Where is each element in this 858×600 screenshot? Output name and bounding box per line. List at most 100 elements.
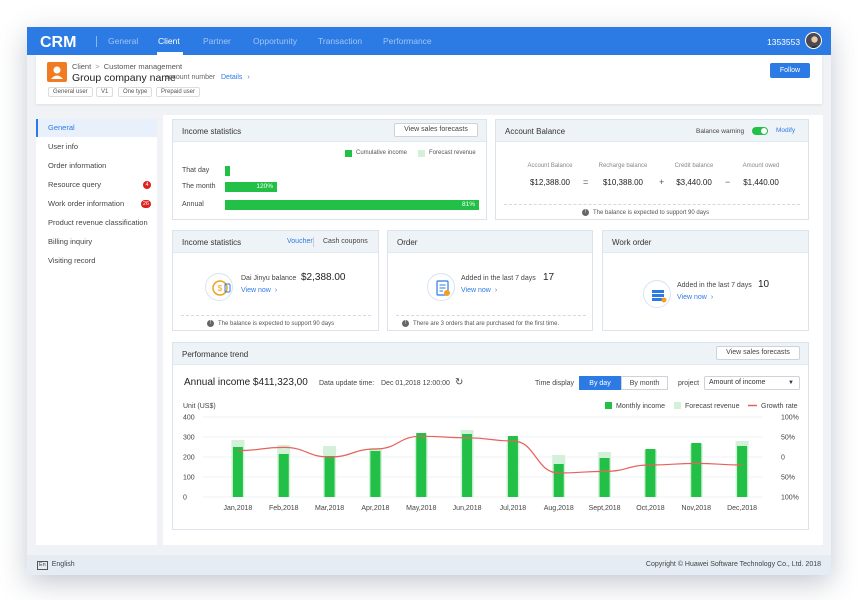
sidebar: General User info Order information Reso… — [36, 119, 157, 545]
refresh-icon[interactable]: ↻ — [455, 377, 463, 388]
legend-label: Monthly income — [616, 403, 665, 410]
nav-item-transaction[interactable]: Transaction — [318, 36, 362, 46]
card-title: Order — [397, 238, 418, 247]
x-tick-label: Aug,2018 — [544, 505, 574, 512]
resource-query-badge: 4 — [143, 181, 151, 189]
sidebar-item-resource-query[interactable]: Resource query 4 — [36, 176, 157, 194]
details-link[interactable]: Details › — [221, 74, 250, 81]
info-icon: ! — [402, 320, 409, 327]
tag-prepaid-user: Prepaid user — [156, 87, 201, 97]
y-tick-label: 300 — [183, 435, 195, 442]
sidebar-item-billing-inquiry[interactable]: Billing inquiry — [36, 233, 157, 251]
divider — [504, 204, 800, 205]
tag-one-type: One type — [118, 87, 153, 97]
project-label: project — [678, 380, 700, 387]
legend-swatch — [605, 402, 612, 409]
nav-item-opportunity[interactable]: Opportunity — [253, 36, 297, 46]
sidebar-item-product-revenue-classification[interactable]: Product revenue classification — [36, 214, 157, 232]
tab-voucher[interactable]: Voucher — [287, 238, 313, 245]
row-label-that-day: That day — [182, 167, 210, 174]
balance-note-text: The balance is expected to support 90 da… — [593, 210, 710, 217]
card-header: Income statistics View sales forecasts — [173, 120, 486, 142]
user-avatar[interactable] — [805, 32, 822, 49]
voucher-note: ! The balance is expected to support 90 d… — [207, 320, 334, 327]
performance-chart: Unit (US$) 400 100% 300 50% 200 0 100 50% 0 100% Mo… — [183, 402, 799, 512]
x-tick-label: Mar,2018 — [315, 505, 344, 512]
nav-item-partner[interactable]: Partner — [203, 36, 231, 46]
x-tick-label: Apr,2018 — [361, 505, 389, 512]
sidebar-item-visiting-record[interactable]: Visiting record — [36, 252, 157, 270]
clipboard-icon — [427, 273, 455, 301]
recharge-balance-label: Recharge balance — [598, 163, 648, 169]
sidebar-item-user-info[interactable]: User info — [36, 138, 157, 156]
language-selector[interactable]: En English — [37, 561, 75, 570]
by-day-button[interactable]: By day — [579, 376, 621, 390]
sidebar-item-label: Billing inquiry — [48, 237, 93, 246]
view-now-link[interactable]: View now › — [677, 294, 713, 301]
sidebar-item-label: Visiting record — [48, 256, 96, 265]
bar-the-month: 120% — [225, 182, 277, 192]
legend-cumulative-swatch — [345, 150, 352, 157]
group-company-name: Group company name — [72, 72, 176, 84]
data-update-label: Data update time: — [319, 380, 375, 387]
y2-tick-label: 50% — [781, 435, 795, 442]
time-display-label: Time display — [535, 380, 575, 387]
card-title: Work order — [612, 238, 652, 247]
view-sales-forecasts-button[interactable]: View sales forecasts — [394, 123, 478, 137]
bar-that-day — [225, 166, 230, 176]
view-now-link[interactable]: View now › — [461, 287, 497, 294]
y-tick-label: 100 — [183, 475, 195, 482]
y2-tick-label: 50% — [781, 475, 795, 482]
x-tick-label: Oct,2018 — [636, 505, 665, 512]
work-order-added-label: Added in the last 7 days — [677, 282, 752, 289]
monthly-bar — [507, 436, 518, 497]
y-tick-label: 0 — [183, 495, 187, 502]
by-month-button[interactable]: By month — [621, 376, 668, 390]
breadcrumb: Client > Customer management — [72, 62, 182, 71]
chevron-right-icon: › — [247, 74, 250, 81]
project-select-value: Amount of income — [709, 379, 766, 386]
monthly-bar — [232, 447, 243, 497]
follow-button[interactable]: Follow — [770, 63, 810, 78]
view-now-label: View now — [461, 287, 491, 294]
nav-item-general[interactable]: General — [108, 36, 138, 46]
sidebar-item-order-information[interactable]: Order information — [36, 157, 157, 175]
sidebar-item-work-order-information[interactable]: Work order information 26 — [36, 195, 157, 213]
performance-trend-card: Performance trend View sales forecasts A… — [172, 342, 809, 530]
breadcrumb-separator: > — [95, 62, 100, 71]
view-now-label: View now — [677, 294, 707, 301]
breadcrumb-current: Customer management — [103, 62, 183, 71]
monthly-bar — [462, 434, 473, 497]
order-count: 17 — [543, 272, 555, 283]
tab-cash-coupons[interactable]: Cash coupons — [323, 238, 368, 245]
nav-item-performance[interactable]: Performance — [383, 36, 432, 46]
client-avatar-icon — [47, 62, 67, 82]
sidebar-item-general[interactable]: General — [36, 119, 157, 137]
legend-forecast-swatch — [418, 150, 425, 157]
crm-logo[interactable]: CRM — [40, 32, 84, 50]
chevron-right-icon: › — [274, 287, 278, 294]
top-navigation: CRM General Client Partner Opportunity T… — [27, 27, 831, 55]
nav-item-client[interactable]: Client — [158, 36, 180, 46]
footer: En English Copyright © Huawei Software Te… — [27, 555, 831, 575]
balance-value: $2,388.00 — [301, 272, 346, 283]
tag-general-user: General user — [48, 87, 93, 97]
view-sales-forecasts-button[interactable]: View sales forecasts — [716, 346, 800, 360]
info-icon: ! — [207, 320, 214, 327]
card-header: Order — [388, 231, 592, 253]
monthly-bar — [737, 446, 748, 497]
tab-divider — [313, 237, 314, 247]
avatar-icon — [809, 36, 820, 48]
legend-cumulative-label: Cumulative income — [356, 150, 408, 156]
breadcrumb-client[interactable]: Client — [72, 62, 91, 71]
project-select[interactable]: Amount of income ▼ — [704, 376, 800, 390]
view-now-link[interactable]: View now › — [241, 287, 277, 294]
order-note-text: There are 3 orders that are purchased fo… — [413, 321, 560, 328]
monthly-bar — [599, 458, 610, 497]
amount-owed-value: $1,440.00 — [743, 178, 779, 187]
balance-warning-toggle[interactable] — [752, 127, 768, 135]
work-order-badge: 26 — [140, 200, 151, 208]
order-note: ! There are 3 orders that are purchased f… — [402, 320, 559, 327]
modify-link[interactable]: Modify — [776, 127, 795, 134]
user-id[interactable]: 1353553 — [767, 37, 800, 47]
